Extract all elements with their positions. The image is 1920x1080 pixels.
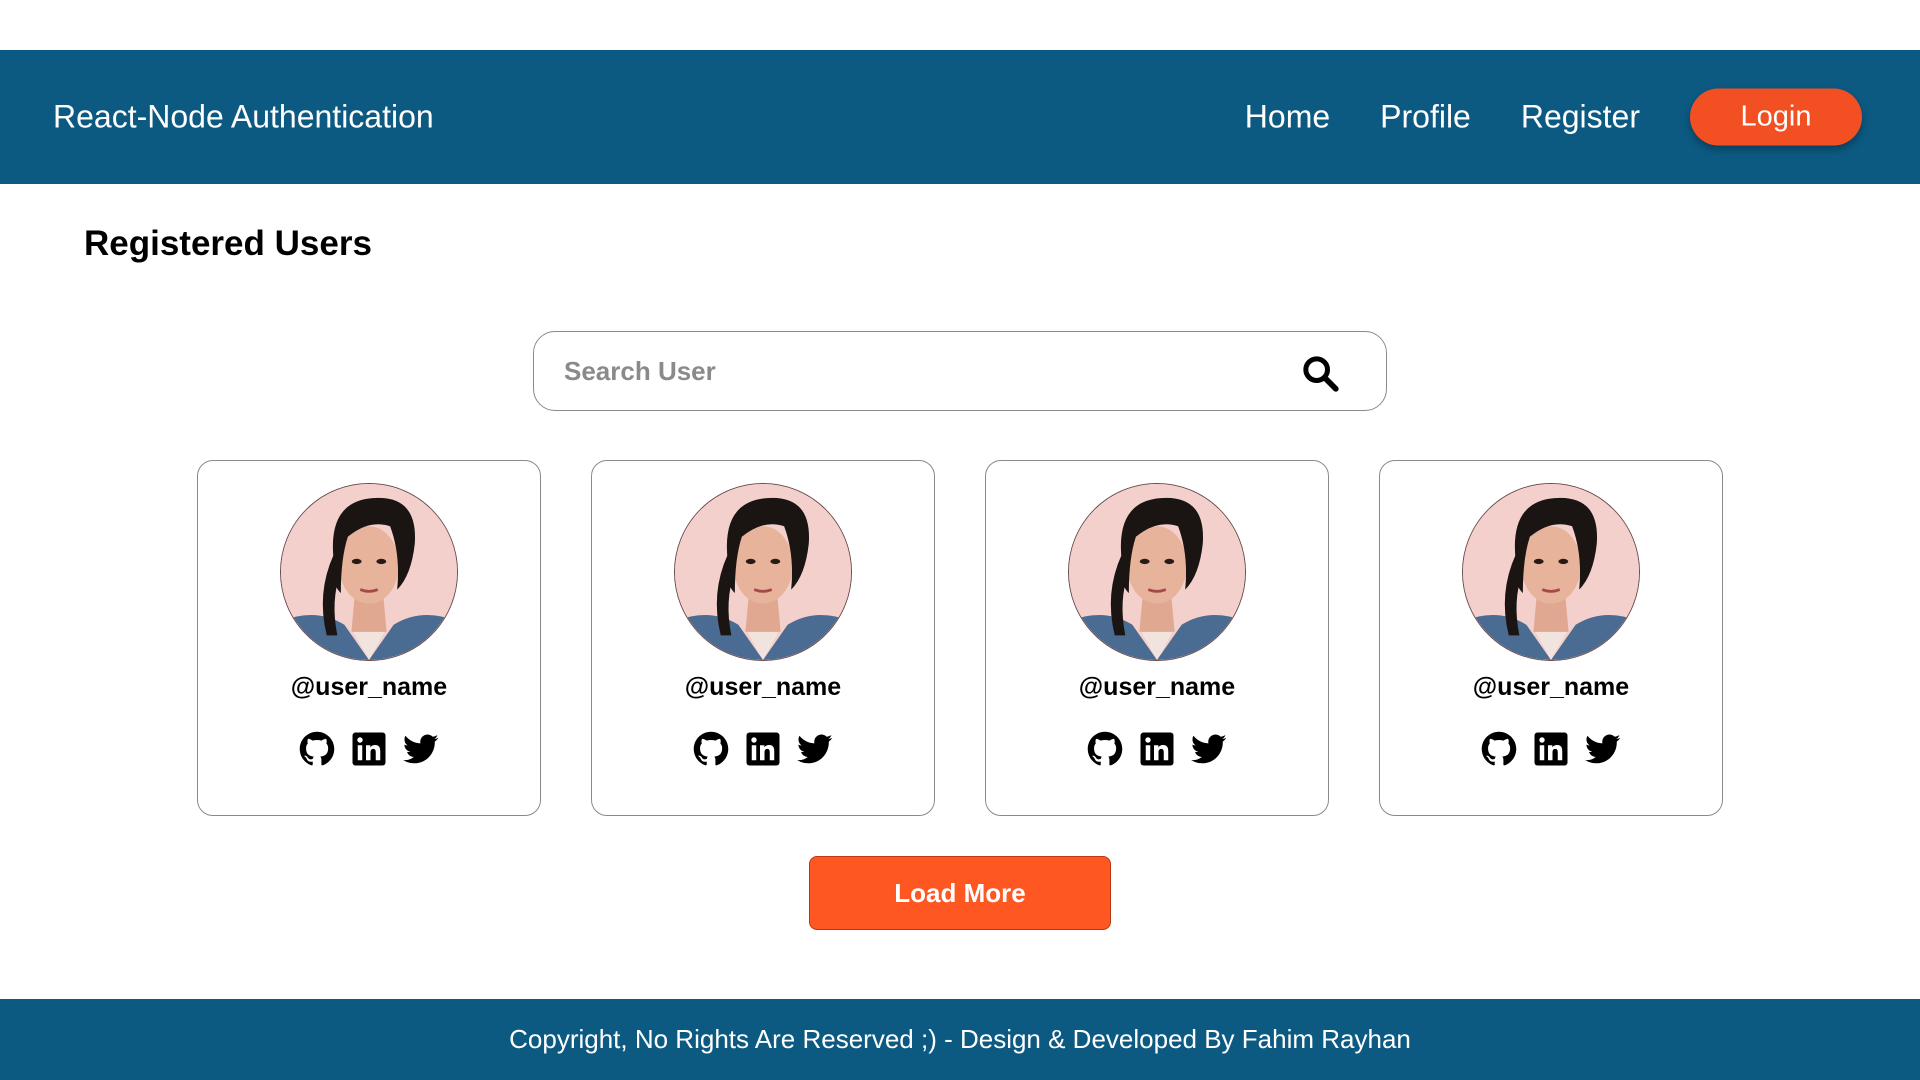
twitter-icon[interactable]	[1585, 731, 1621, 767]
page: React-Node Authentication Home Profile R…	[0, 0, 1920, 1080]
navbar: React-Node Authentication Home Profile R…	[0, 50, 1920, 184]
social-links	[1380, 731, 1722, 767]
twitter-icon[interactable]	[403, 731, 439, 767]
avatar	[1462, 483, 1640, 661]
linkedin-icon[interactable]	[351, 731, 387, 767]
github-icon[interactable]	[299, 731, 335, 767]
linkedin-icon[interactable]	[1533, 731, 1569, 767]
nav-link-home[interactable]: Home	[1245, 99, 1330, 136]
username: @user_name	[684, 673, 842, 701]
twitter-icon[interactable]	[797, 731, 833, 767]
social-links	[592, 731, 934, 767]
user-card[interactable]: @user_name	[197, 460, 541, 816]
brand-title[interactable]: React-Node Authentication	[53, 99, 434, 136]
search-icon[interactable]	[1300, 353, 1340, 393]
user-card[interactable]: @user_name	[1379, 460, 1723, 816]
social-links	[986, 731, 1328, 767]
footer: Copyright, No Rights Are Reserved ;) - D…	[0, 999, 1920, 1080]
avatar	[674, 483, 852, 661]
search-box	[533, 331, 1387, 411]
user-card[interactable]: @user_name	[985, 460, 1329, 816]
user-cards: @user_name @user_name @user_name @user_n…	[197, 460, 1723, 816]
load-more-button[interactable]: Load More	[809, 856, 1111, 930]
nav-link-profile[interactable]: Profile	[1380, 99, 1471, 136]
twitter-icon[interactable]	[1191, 731, 1227, 767]
search-input[interactable]	[564, 332, 1304, 410]
avatar	[280, 483, 458, 661]
linkedin-icon[interactable]	[1139, 731, 1175, 767]
github-icon[interactable]	[1481, 731, 1517, 767]
page-title: Registered Users	[84, 224, 372, 263]
footer-text: Copyright, No Rights Are Reserved ;) - D…	[509, 1024, 1411, 1054]
username: @user_name	[1078, 673, 1236, 701]
linkedin-icon[interactable]	[745, 731, 781, 767]
github-icon[interactable]	[1087, 731, 1123, 767]
user-card[interactable]: @user_name	[591, 460, 935, 816]
nav-link-register[interactable]: Register	[1521, 99, 1640, 136]
github-icon[interactable]	[693, 731, 729, 767]
login-button[interactable]: Login	[1690, 88, 1862, 146]
username: @user_name	[1472, 673, 1630, 701]
username: @user_name	[290, 673, 448, 701]
social-links	[198, 731, 540, 767]
nav-links: Home Profile Register Login	[1245, 88, 1862, 146]
avatar	[1068, 483, 1246, 661]
